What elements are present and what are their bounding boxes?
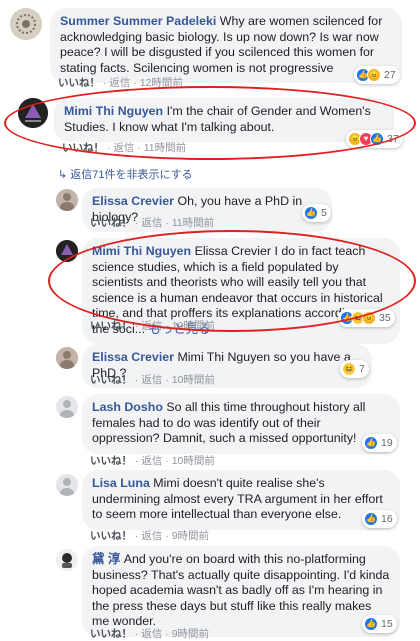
like-link[interactable]: いいね！	[90, 217, 132, 229]
reply-link[interactable]: 返信	[141, 455, 162, 467]
reply-bubble: Lash Dosho So all this time throughout h…	[82, 394, 400, 454]
timestamp[interactable]: 11時間前	[172, 217, 214, 229]
comment-text: And you're on board with this no-platfor…	[92, 552, 390, 628]
reply-link[interactable]: 返信	[109, 77, 130, 89]
commenter-name[interactable]: Elissa Crevier	[92, 350, 174, 364]
reply-link[interactable]: 返信	[141, 320, 162, 332]
reply-meta: いいね！ · 返信 · 10時間前	[90, 455, 215, 467]
comment-meta: いいね！ · 返信 · 12時間前	[58, 77, 183, 89]
like-reaction-icon: 👍	[370, 132, 384, 146]
reply-meta: いいね！ · 返信 · 9時間前	[90, 628, 210, 640]
like-link[interactable]: いいね！	[90, 320, 132, 332]
reaction-count: 7	[359, 363, 365, 375]
avatar[interactable]	[18, 98, 48, 128]
like-reaction-icon: 👍	[304, 206, 318, 220]
reply-meta: いいね！ · 返信 · 10時間前	[90, 374, 215, 386]
reply-arrow-icon: ↳	[58, 169, 68, 181]
commenter-name[interactable]: Lisa Luna	[92, 476, 150, 490]
reply-link[interactable]: 返信	[113, 142, 134, 154]
reply-link[interactable]: 返信	[141, 217, 162, 229]
timestamp[interactable]: 9時間前	[172, 530, 209, 542]
commenter-name[interactable]: Elissa Crevier	[92, 194, 174, 208]
reaction-summary[interactable]: 👍 😆 😠 35	[338, 309, 395, 327]
like-link[interactable]: いいね！	[58, 77, 100, 89]
reply-meta: いいね！ · 返信 · 9時間前	[90, 530, 210, 542]
reaction-summary[interactable]: 👍 16	[362, 510, 397, 528]
reaction-count: 16	[381, 513, 393, 525]
like-reaction-icon: 👍	[364, 512, 378, 526]
like-link[interactable]: いいね！	[62, 142, 104, 154]
timestamp[interactable]: 10時間前	[172, 374, 215, 386]
commenter-name[interactable]: Mimi Thi Nguyen	[64, 104, 163, 118]
reply-link[interactable]: 返信	[141, 374, 162, 386]
like-link[interactable]: いいね！	[90, 455, 132, 467]
timestamp[interactable]: 10時間前	[172, 320, 215, 332]
hide-replies-link[interactable]: ↳ 返信71件を非表示にする	[58, 166, 193, 182]
reaction-count: 15	[381, 618, 393, 630]
reaction-summary[interactable]: 😆 7	[340, 360, 369, 378]
timestamp[interactable]: 12時間前	[140, 77, 183, 89]
avatar[interactable]	[56, 347, 78, 369]
commenter-name[interactable]: Lash Dosho	[92, 400, 163, 414]
reply-bubble: Lisa Luna Mimi doesn't quite realise she…	[82, 470, 400, 530]
reply-link[interactable]: 返信	[141, 628, 162, 640]
reaction-summary[interactable]: 👍 15	[362, 615, 397, 633]
comment-bubble: Mimi Thi Nguyen I'm the chair of Gender …	[54, 98, 394, 142]
avatar[interactable]	[10, 8, 42, 40]
like-link[interactable]: いいね！	[90, 530, 132, 542]
like-reaction-icon: 👍	[364, 617, 378, 631]
reaction-count: 35	[379, 312, 391, 324]
reply-bubble: 黛 淳 And you're on board with this no-pla…	[82, 546, 400, 637]
reaction-summary[interactable]: 👍 19	[362, 434, 397, 452]
reaction-count: 19	[381, 437, 393, 449]
timestamp[interactable]: 10時間前	[172, 455, 215, 467]
hide-replies-label: 返信71件を非表示にする	[70, 169, 193, 181]
avatar[interactable]	[56, 240, 78, 262]
like-reaction-icon: 👍	[364, 436, 378, 450]
angry-reaction-icon: 😠	[362, 311, 376, 325]
commenter-name[interactable]: 黛 淳	[92, 552, 120, 566]
avatar[interactable]	[56, 549, 78, 571]
comment-meta: いいね！ · 返信 · 11時間前	[62, 142, 187, 154]
commenter-name[interactable]: Summer Summer Padeleki	[60, 14, 216, 28]
comment-bubble: Summer Summer Padeleki Why are women sci…	[50, 8, 402, 83]
reaction-count: 37	[387, 133, 399, 145]
reaction-summary[interactable]: 👍 😠 27	[354, 66, 400, 84]
reaction-count: 27	[384, 69, 396, 81]
timestamp[interactable]: 9時間前	[172, 628, 209, 640]
reply-meta: いいね！ · 返信 · 10時間前	[90, 320, 215, 332]
haha-reaction-icon: 😆	[342, 362, 356, 376]
reaction-count: 5	[321, 207, 327, 219]
avatar[interactable]	[56, 189, 78, 211]
timestamp[interactable]: 11時間前	[144, 142, 186, 154]
reply-link[interactable]: 返信	[141, 530, 162, 542]
commenter-name[interactable]: Mimi Thi Nguyen	[92, 244, 191, 258]
like-link[interactable]: いいね！	[90, 374, 132, 386]
like-link[interactable]: いいね！	[90, 628, 132, 640]
avatar[interactable]	[56, 474, 78, 496]
reaction-summary[interactable]: 😠 ♥ 👍 37	[346, 130, 403, 148]
reply-meta: いいね！ · 返信 · 11時間前	[90, 217, 215, 229]
angry-reaction-icon: 😠	[367, 68, 381, 82]
avatar[interactable]	[56, 396, 78, 418]
reaction-summary[interactable]: 👍 5	[302, 204, 331, 222]
